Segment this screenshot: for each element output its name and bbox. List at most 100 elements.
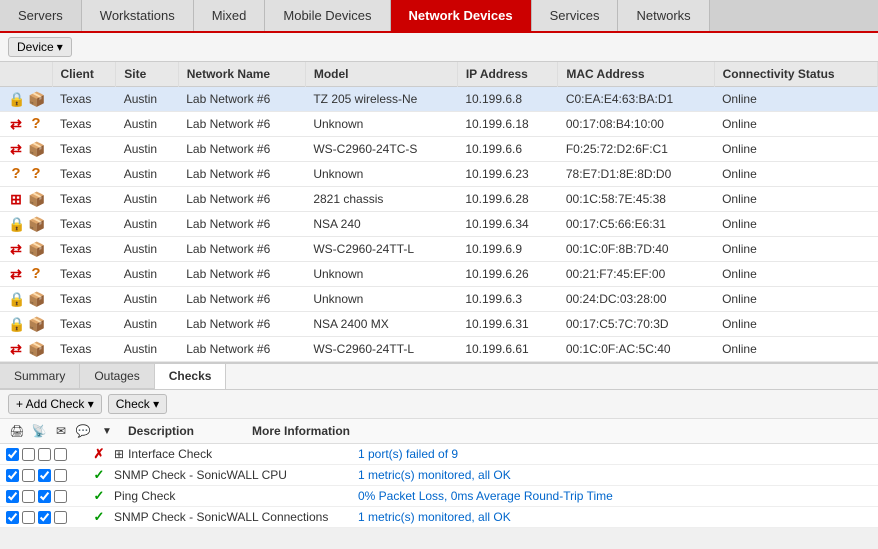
site-cell[interactable]: Austin [116, 137, 179, 162]
tab-servers[interactable]: Servers [0, 0, 82, 31]
client-cell[interactable]: Texas [52, 87, 116, 112]
network-cell[interactable]: Lab Network #6 [178, 337, 305, 362]
network-cell[interactable]: Lab Network #6 [178, 212, 305, 237]
check-row[interactable]: ✓SNMP Check - SonicWALL Connections1 met… [0, 507, 878, 528]
network-cell[interactable]: Lab Network #6 [178, 312, 305, 337]
tab-services[interactable]: Services [532, 0, 619, 31]
check-checkbox[interactable] [22, 469, 35, 482]
client-cell[interactable]: Texas [52, 137, 116, 162]
model-cell[interactable]: NSA 2400 MX [305, 312, 457, 337]
network-cell[interactable]: Lab Network #6 [178, 162, 305, 187]
check-checkbox[interactable] [6, 448, 19, 461]
site-cell[interactable]: Austin [116, 212, 179, 237]
site-cell[interactable]: Austin [116, 337, 179, 362]
check-checkbox[interactable] [54, 448, 67, 461]
tab-networks[interactable]: Networks [618, 0, 709, 31]
site-cell[interactable]: Austin [116, 287, 179, 312]
check-checkbox[interactable] [38, 511, 51, 524]
check-checkbox[interactable] [38, 448, 51, 461]
network-cell[interactable]: Lab Network #6 [178, 112, 305, 137]
check-checkbox[interactable] [38, 490, 51, 503]
client-cell[interactable]: Texas [52, 337, 116, 362]
table-row[interactable]: 🔒📦TexasAustinLab Network #6TZ 205 wirele… [0, 87, 878, 112]
model-cell[interactable]: Unknown [305, 112, 457, 137]
network-cell[interactable]: Lab Network #6 [178, 87, 305, 112]
client-cell[interactable]: Texas [52, 187, 116, 212]
model-cell[interactable]: NSA 240 [305, 212, 457, 237]
network-cell[interactable]: Lab Network #6 [178, 237, 305, 262]
model-cell[interactable]: 2821 chassis [305, 187, 457, 212]
client-cell[interactable]: Texas [52, 262, 116, 287]
table-row[interactable]: 🔒📦TexasAustinLab Network #6Unknown10.199… [0, 287, 878, 312]
tab-outages[interactable]: Outages [80, 364, 154, 389]
check-checkbox[interactable] [6, 511, 19, 524]
check-more-info[interactable]: 1 port(s) failed of 9 [348, 447, 878, 461]
email-icon[interactable]: ✉ [52, 422, 70, 440]
sort-icon[interactable]: ▼ [100, 422, 114, 440]
model-cell[interactable]: TZ 205 wireless-Ne [305, 87, 457, 112]
check-checkbox[interactable] [22, 448, 35, 461]
printer-icon[interactable]: 🖨 [8, 422, 26, 440]
client-cell[interactable]: Texas [52, 287, 116, 312]
check-more-info[interactable]: 1 metric(s) monitored, all OK [348, 510, 878, 524]
site-cell[interactable]: Austin [116, 237, 179, 262]
check-checkbox[interactable] [22, 490, 35, 503]
check-more-info[interactable]: 0% Packet Loss, 0ms Average Round-Trip T… [348, 489, 878, 503]
site-cell[interactable]: Austin [116, 312, 179, 337]
network-cell[interactable]: Lab Network #6 [178, 287, 305, 312]
network-cell[interactable]: Lab Network #6 [178, 137, 305, 162]
table-row[interactable]: ⊞📦TexasAustinLab Network #62821 chassis1… [0, 187, 878, 212]
table-row[interactable]: ⇄?TexasAustinLab Network #6Unknown10.199… [0, 112, 878, 137]
check-checkbox[interactable] [38, 469, 51, 482]
table-row[interactable]: 🔒📦TexasAustinLab Network #6NSA 24010.199… [0, 212, 878, 237]
check-checkbox[interactable] [54, 469, 67, 482]
table-row[interactable]: ⇄?TexasAustinLab Network #6Unknown10.199… [0, 262, 878, 287]
tab-network-devices[interactable]: Network Devices [391, 0, 532, 31]
check-row[interactable]: ✓Ping Check0% Packet Loss, 0ms Average R… [0, 486, 878, 507]
tab-checks[interactable]: Checks [155, 364, 227, 389]
site-cell[interactable]: Austin [116, 262, 179, 287]
check-row[interactable]: ✓SNMP Check - SonicWALL CPU1 metric(s) m… [0, 465, 878, 486]
check-checkbox[interactable] [6, 469, 19, 482]
client-cell[interactable]: Texas [52, 237, 116, 262]
check-checkbox[interactable] [54, 490, 67, 503]
table-row[interactable]: ⇄📦TexasAustinLab Network #6WS-C2960-24TC… [0, 137, 878, 162]
table-row[interactable]: ⇄📦TexasAustinLab Network #6WS-C2960-24TT… [0, 237, 878, 262]
tab-summary[interactable]: Summary [0, 364, 80, 389]
client-cell[interactable]: Texas [52, 212, 116, 237]
device-dropdown-button[interactable]: Device ▾ [8, 37, 72, 57]
check-more-info[interactable]: 1 metric(s) monitored, all OK [348, 468, 878, 482]
check-checkbox[interactable] [22, 511, 35, 524]
check-button[interactable]: Check ▾ [108, 394, 167, 414]
tab-mobile-devices[interactable]: Mobile Devices [265, 0, 390, 31]
model-cell[interactable]: Unknown [305, 262, 457, 287]
client-cell[interactable]: Texas [52, 312, 116, 337]
check-info-link[interactable]: 1 metric(s) monitored, all OK [358, 468, 511, 482]
tab-workstations[interactable]: Workstations [82, 0, 194, 31]
site-cell[interactable]: Austin [116, 187, 179, 212]
chat-icon[interactable]: 💬 [74, 422, 92, 440]
tab-mixed[interactable]: Mixed [194, 0, 266, 31]
model-cell[interactable]: Unknown [305, 287, 457, 312]
table-row[interactable]: 🔒📦TexasAustinLab Network #6NSA 2400 MX10… [0, 312, 878, 337]
add-check-button[interactable]: + Add Check ▾ [8, 394, 102, 414]
check-checkbox[interactable] [6, 490, 19, 503]
check-row[interactable]: ✗⊞Interface Check1 port(s) failed of 9 [0, 444, 878, 465]
model-cell[interactable]: Unknown [305, 162, 457, 187]
model-cell[interactable]: WS-C2960-24TT-L [305, 337, 457, 362]
check-info-link[interactable]: 1 port(s) failed of 9 [358, 447, 458, 461]
check-info-link[interactable]: 0% Packet Loss, 0ms Average Round-Trip T… [358, 489, 613, 503]
client-cell[interactable]: Texas [52, 112, 116, 137]
check-checkbox[interactable] [54, 511, 67, 524]
network-cell[interactable]: Lab Network #6 [178, 262, 305, 287]
site-cell[interactable]: Austin [116, 162, 179, 187]
check-info-link[interactable]: 1 metric(s) monitored, all OK [358, 510, 511, 524]
table-row[interactable]: ⇄📦TexasAustinLab Network #6WS-C2960-24TT… [0, 337, 878, 362]
model-cell[interactable]: WS-C2960-24TT-L [305, 237, 457, 262]
table-row[interactable]: ??TexasAustinLab Network #6Unknown10.199… [0, 162, 878, 187]
network-cell[interactable]: Lab Network #6 [178, 187, 305, 212]
model-cell[interactable]: WS-C2960-24TC-S [305, 137, 457, 162]
client-cell[interactable]: Texas [52, 162, 116, 187]
signal-icon[interactable]: 📡 [30, 422, 48, 440]
site-cell[interactable]: Austin [116, 87, 179, 112]
